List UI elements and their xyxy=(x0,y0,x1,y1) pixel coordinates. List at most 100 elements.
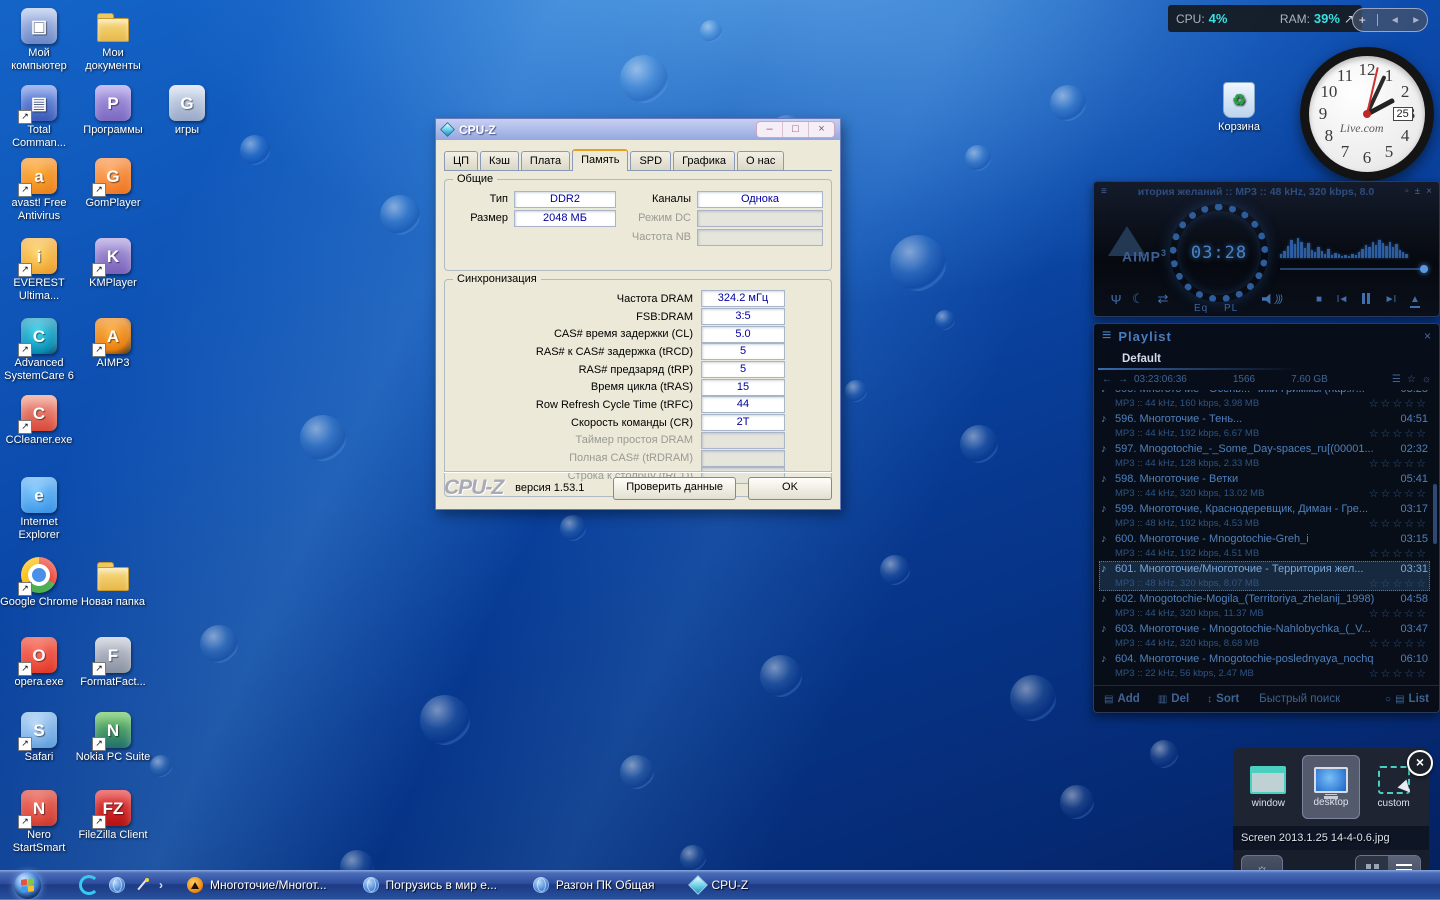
playlist-close-icon[interactable]: × xyxy=(1424,329,1431,343)
ok-button[interactable]: OK xyxy=(748,476,832,500)
maximize-button[interactable]: □ xyxy=(783,122,809,137)
desktop-icon-everest-ultimate[interactable]: i ↗ EVEREST Ultima... xyxy=(0,238,78,303)
gadget-controls[interactable]: + ◄ ► xyxy=(1352,8,1428,32)
playlist-entry[interactable]: ♪ 601. Многоточие/Многоточие - Территория… xyxy=(1099,561,1430,591)
desktop-icon-filezilla-client[interactable]: FZ ↗ FileZilla Client xyxy=(74,790,152,842)
stop-button[interactable]: ■ xyxy=(1308,294,1330,305)
entry-rating-stars[interactable]: ☆☆☆☆☆ xyxy=(1369,667,1428,680)
entry-rating-stars[interactable]: ☆☆☆☆☆ xyxy=(1369,397,1428,410)
entry-rating-stars[interactable]: ☆☆☆☆☆ xyxy=(1369,607,1428,620)
start-button[interactable] xyxy=(14,871,41,899)
desktop-icon-gomplayer[interactable]: G ↗ GomPlayer xyxy=(74,158,152,210)
taskbar-task[interactable]: CPU-Z xyxy=(687,875,748,895)
add-icon[interactable]: ▤ xyxy=(1104,694,1113,705)
cpuz-tab-О нас[interactable]: О нас xyxy=(737,151,785,170)
cpuz-tab-Память[interactable]: Память xyxy=(572,149,629,171)
capture-mode-window[interactable]: window xyxy=(1239,755,1297,819)
close-button[interactable]: × xyxy=(809,122,834,137)
desktop-icon-recycle-bin[interactable]: ♻ Корзина xyxy=(1200,82,1278,133)
quicklaunch-browser-icon[interactable] xyxy=(109,877,125,893)
entry-rating-stars[interactable]: ☆☆☆☆☆ xyxy=(1369,547,1428,560)
playlist-tab-default[interactable]: Default xyxy=(1122,353,1161,365)
quicklaunch-expand-icon[interactable]: › xyxy=(159,878,163,892)
aimp-tray-icon[interactable]: ± xyxy=(1415,186,1421,197)
desktop-icon-my-computer[interactable]: ▣ Мой компьютер xyxy=(0,8,78,73)
rating-icon[interactable]: ☆ xyxy=(1407,374,1416,385)
sort-icon[interactable]: ↕ xyxy=(1207,694,1212,705)
pause-button[interactable] xyxy=(1354,292,1378,307)
desktop-icon-ccleaner[interactable]: C ↗ CCleaner.exe xyxy=(0,395,78,447)
quick-search-button[interactable]: Быстрый поиск xyxy=(1259,693,1340,705)
desktop-icon-formatfactory[interactable]: F ↗ FormatFact... xyxy=(74,637,152,689)
playlist-entry[interactable]: ♪ 602. Mnogotochie-Mogila_(Territoriya_zh… xyxy=(1099,591,1430,621)
aimp-close-icon[interactable]: × xyxy=(1426,186,1432,197)
seek-knob[interactable] xyxy=(1420,265,1428,273)
playlist-entry[interactable]: ♪ 596. Многоточие - Тень... 04:51 MP3 :: 44… xyxy=(1099,411,1430,441)
entry-rating-stars[interactable]: ☆☆☆☆☆ xyxy=(1369,577,1428,590)
stats-forward-icon[interactable]: → xyxy=(1118,374,1128,385)
aimp-titlebar[interactable]: ≡ итория желаний :: MP3 :: 48 kHz, 320 k… xyxy=(1094,182,1439,201)
desktop-icon-safari[interactable]: S ↗ Safari xyxy=(0,712,78,764)
taskbar-task[interactable]: Погрузись в мир е... xyxy=(362,877,497,893)
taskbar-task[interactable]: Разгон ПК Общая xyxy=(532,877,655,893)
next-button[interactable]: ►I xyxy=(1378,294,1402,305)
sleep-icon[interactable]: ☾ xyxy=(1126,291,1150,307)
playlist-scrollbar[interactable] xyxy=(1433,484,1437,544)
playlist-entry[interactable]: ♪595. Многоточие - Осень... Чики Гриммы … xyxy=(1099,390,1430,411)
validate-button[interactable]: Проверить данные xyxy=(613,476,736,500)
desktop-icon-internet-explorer[interactable]: e Internet Explorer xyxy=(0,477,78,542)
desktop-icon-opera[interactable]: O ↗ opera.exe xyxy=(0,637,78,689)
prev-gadget-button[interactable]: ◄ xyxy=(1390,15,1400,26)
aimp-minimize-icon[interactable]: ▫ xyxy=(1405,186,1409,197)
cpuz-tab-Плата[interactable]: Плата xyxy=(520,151,571,170)
playlist-entry[interactable]: ♪ 600. Многоточие - Mnogotochie-Greh_i 03:… xyxy=(1099,531,1430,561)
radio-icon[interactable]: Ψ xyxy=(1106,292,1126,307)
cpuz-tab-ЦП[interactable]: ЦП xyxy=(444,151,479,170)
desktop-icon-nero-startsmart[interactable]: N ↗ Nero StartSmart xyxy=(0,790,78,855)
playlist-menu-icon[interactable]: ≡ xyxy=(1102,327,1111,345)
desktop-icon-aimp3[interactable]: A ↗ AIMP3 xyxy=(74,318,152,370)
cpuz-tab-Кэш[interactable]: Кэш xyxy=(480,151,519,170)
aimp-menu-icon[interactable]: ≡ xyxy=(1101,186,1107,197)
sort-button[interactable]: Sort xyxy=(1216,693,1239,705)
entry-rating-stars[interactable]: ☆☆☆☆☆ xyxy=(1369,637,1428,650)
cpuz-tab-SPD[interactable]: SPD xyxy=(630,151,672,170)
quicklaunch-app-icon[interactable] xyxy=(79,875,99,895)
cpu-ram-gadget[interactable]: CPU: 4% RAM: 39% ↗ xyxy=(1168,5,1362,32)
list-button[interactable]: List xyxy=(1409,693,1429,705)
queue-icon[interactable]: ☰ xyxy=(1392,374,1401,385)
playlist-entry[interactable]: ♪ 604. Многоточие - Mnogotochie-poslednya… xyxy=(1099,651,1430,681)
add-button[interactable]: Add xyxy=(1117,693,1139,705)
delete-button[interactable]: Del xyxy=(1171,693,1189,705)
eject-button[interactable]: ▲ xyxy=(1402,293,1428,308)
desktop-icon-my-documents[interactable]: Мои документы xyxy=(74,8,152,73)
cpuz-tab-Графика[interactable]: Графика xyxy=(673,151,736,170)
desktop-icon-programs[interactable]: P Программы xyxy=(74,85,152,137)
minimize-button[interactable]: – xyxy=(757,122,783,137)
playlist-entry[interactable]: ♪ 598. Многоточие - Ветки 05:41 MP3 :: 44 k… xyxy=(1099,471,1430,501)
screenshot-close-button[interactable]: × xyxy=(1407,750,1433,776)
desktop-icon-avast-free-antivirus[interactable]: a ↗ avast! Free Antivirus xyxy=(0,158,78,223)
desktop-icon-google-chrome[interactable]: ↗ Google Chrome xyxy=(0,557,78,609)
capture-mode-desktop[interactable]: desktop xyxy=(1301,755,1360,819)
entry-rating-stars[interactable]: ☆☆☆☆☆ xyxy=(1369,487,1428,500)
previous-button[interactable]: I◄ xyxy=(1330,294,1354,305)
cpuz-titlebar[interactable]: CPU-Z – □ × xyxy=(436,119,840,140)
settings-icon[interactable]: ☼ xyxy=(1422,374,1431,385)
desktop-icon-games[interactable]: Gигры xyxy=(148,85,226,137)
list-doc-icon[interactable]: ▤ xyxy=(1395,694,1404,705)
desktop-icon-kmplayer[interactable]: K ↗ KMPlayer xyxy=(74,238,152,290)
next-gadget-button[interactable]: ► xyxy=(1411,15,1421,26)
quicklaunch-wand-icon[interactable] xyxy=(135,878,149,892)
clock-gadget[interactable]: 121234567891011 Live.com 25 xyxy=(1300,47,1434,181)
desktop-icon-nokia-pc-suite[interactable]: N ↗ Nokia PC Suite xyxy=(74,712,152,764)
aimp-seek-slider[interactable] xyxy=(1280,265,1428,273)
playlist-entry[interactable]: ♪ 599. Многоточие, Краснодеревщик, Диман … xyxy=(1099,501,1430,531)
taskbar-task[interactable]: Многоточие/Многот... xyxy=(187,877,327,893)
add-gadget-button[interactable]: + xyxy=(1359,13,1366,27)
playlist-entry[interactable]: ♪ 597. Mnogotochie_-_Some_Day-spaces_ru[(… xyxy=(1099,441,1430,471)
playlist-entry[interactable]: ♪ 603. Многоточие - Mnogotochie-Nahlobych… xyxy=(1099,621,1430,651)
volume-icon[interactable]: ))) xyxy=(1262,293,1283,305)
entry-rating-stars[interactable]: ☆☆☆☆☆ xyxy=(1369,457,1428,470)
repeat-icon[interactable]: ○ xyxy=(1385,694,1391,705)
